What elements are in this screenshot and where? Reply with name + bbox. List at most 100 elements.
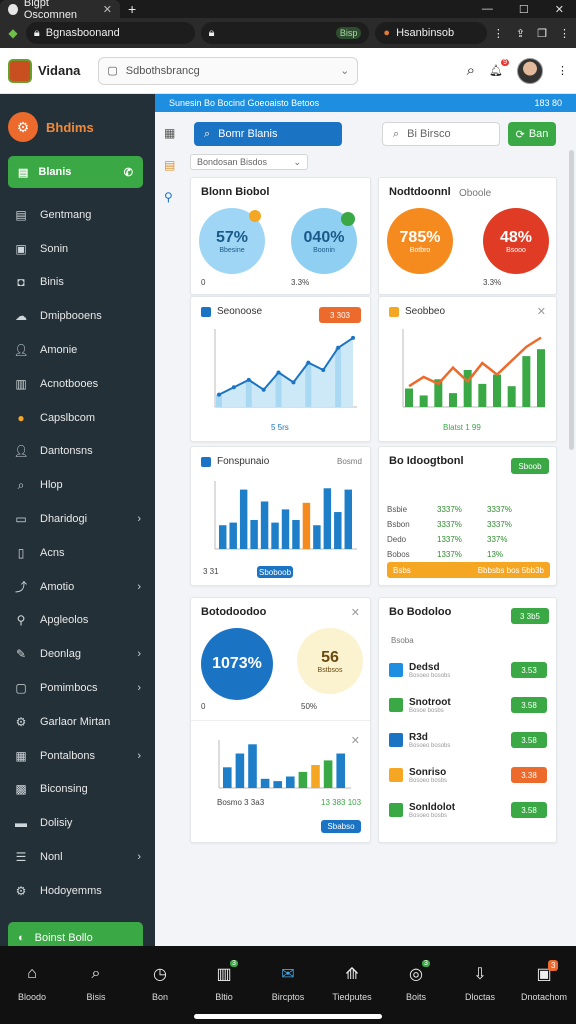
activity-value[interactable]: 3.58 — [511, 802, 547, 818]
list-icon: ☰ — [15, 850, 27, 865]
sidebar-item-17[interactable]: ▩ Biconsing — [0, 773, 155, 807]
app-name: Vidana — [38, 63, 81, 78]
card-tag[interactable]: Sboob — [511, 458, 549, 474]
nav-item-8[interactable]: ▣ Dnotachom 3 — [512, 946, 576, 1024]
activity-value[interactable]: 3.38 — [511, 767, 547, 783]
card-tag[interactable]: 3 3b5 — [511, 608, 549, 624]
info-icon[interactable]: ⚲ — [164, 190, 184, 222]
bar — [311, 765, 320, 788]
sidebar-item-14[interactable]: ▢ Pomimbocs › — [0, 671, 155, 705]
sidebar-item-18[interactable]: ▬ Dolisiy — [0, 806, 155, 840]
sidebar-item-2[interactable]: ◘ Binis — [0, 266, 155, 300]
sidebar-item-12[interactable]: ⚲ Apgleolos — [0, 604, 155, 638]
notification-icon[interactable]: 🔔︎ 9 — [489, 59, 509, 77]
address-bar[interactable]: 🔒︎ Bgnasboonand — [25, 22, 195, 44]
doc-icon: ▤ — [15, 207, 27, 222]
new-tab-icon[interactable]: + — [128, 1, 136, 17]
gauge-value: 040% — [303, 228, 345, 246]
primary-search-button[interactable]: ⌕ Bomr Blanis — [194, 122, 342, 146]
avatar[interactable] — [517, 57, 543, 84]
bar-chart — [214, 481, 357, 550]
activity-value[interactable]: 3.53 — [511, 662, 547, 678]
browser-tab[interactable]: Bigpt Oscomnen ✕ — [0, 0, 120, 21]
area-chart — [214, 329, 357, 408]
card-tag[interactable]: Sboboob — [257, 566, 293, 578]
sidebar-item-5[interactable]: ▥ Acnotbooes — [0, 367, 155, 401]
nav-item-3[interactable]: ▥ Bltio 3 — [192, 946, 256, 1024]
activity-row[interactable]: Sonriso Bosoeo bosbs 3.38 — [389, 759, 547, 791]
notification-badge: 9 — [501, 59, 509, 66]
nav-item-6[interactable]: ◎ Boits 3 — [384, 946, 448, 1024]
sidebar-item-4[interactable]: 👤︎ Amonie — [0, 333, 155, 367]
close-window-icon[interactable]: ✕ — [555, 3, 564, 16]
gauge-4: 48% Bsooo — [483, 208, 549, 274]
more-icon[interactable]: ⋮ — [557, 64, 568, 77]
sidebar-item-16[interactable]: ▦ Pontalbons › — [0, 739, 155, 773]
activity-value[interactable]: 3.58 — [511, 697, 547, 713]
menu-dots-icon[interactable]: ⋮ — [493, 27, 504, 40]
nav-item-2[interactable]: ◷ Bon — [128, 946, 192, 1024]
activity-row[interactable]: Dedsd Bosoeo bosobs 3.53 — [389, 654, 547, 686]
finance-cell: 3337% — [437, 505, 462, 514]
browser-tabbar: Bigpt Oscomnen ✕ + — ☐ ✕ — [0, 0, 576, 21]
activity-row[interactable]: R3d Bosoeo bosobs 3.58 — [389, 724, 547, 756]
sidebar-item-active[interactable]: ▤ Blanis ✆ — [8, 156, 143, 188]
card-tag[interactable]: 3 303 — [319, 307, 361, 323]
sidebar-item-10[interactable]: ▯ Acns — [0, 536, 155, 570]
copy-icon[interactable]: ❐ — [537, 27, 547, 40]
primary-button-label: Bomr Blanis — [218, 128, 278, 140]
activity-card: Bo Bodoloo 3 3b5 Bsoba Dedsd Bosoeo bosob… — [378, 597, 557, 843]
minimize-icon[interactable]: — — [482, 3, 493, 16]
activity-row[interactable]: Snotroot Bosoe bosbs 3.58 — [389, 689, 547, 721]
search-input[interactable]: ▢ Sdbothsbrancg ⌄ — [98, 56, 359, 85]
address-bar-3[interactable]: ● Hsanbinsob — [375, 22, 487, 44]
user-icon: 👤︎ — [13, 343, 29, 358]
sidebar-item-11[interactable]: ⤴ Amotio › — [0, 570, 155, 604]
activity-row[interactable]: Sonldolot Bosoeo bosbs 3.58 — [389, 794, 547, 826]
filter-input[interactable]: ⌕ Bi Birsco — [382, 122, 500, 146]
nav-item-7[interactable]: ⇩ Dloctas — [448, 946, 512, 1024]
sidebar-item-6[interactable]: ● Capslbcom — [0, 401, 155, 435]
pin-icon[interactable]: ⇪ — [516, 27, 525, 40]
scrollbar[interactable] — [569, 150, 574, 450]
address-text: Bgnasboonand — [45, 27, 120, 39]
more-icon[interactable]: ⋮ — [559, 27, 570, 40]
nav-item-4[interactable]: ✉ Bircptos — [256, 946, 320, 1024]
maximize-icon[interactable]: ☐ — [519, 3, 529, 16]
close-tab-icon[interactable]: ✕ — [103, 3, 112, 16]
content-toolbar: ⌕ Bomr Blanis ⌕ Bi Birsco ⟳ Ban Bondosan… — [190, 120, 560, 180]
sidebar-item-8[interactable]: ⌕ Hlop — [0, 468, 155, 502]
card-tag[interactable]: Sbabso — [321, 820, 361, 833]
go-button[interactable]: ⟳ Ban — [508, 122, 556, 146]
sidebar-item-0[interactable]: ▤ Gentmang — [0, 198, 155, 232]
nav-item-0[interactable]: ⌂ Bloodo — [0, 946, 64, 1024]
address-bar-2[interactable]: 🔒︎ Bisp — [200, 22, 370, 44]
bar — [298, 771, 308, 788]
sidebar-item-1[interactable]: ▣ Sonin — [0, 232, 155, 266]
sidebar-item-3[interactable]: ☁ Dmipbooens — [0, 299, 155, 333]
extension-icon[interactable]: ◆ — [6, 25, 20, 41]
store-icon: ▥ — [216, 966, 232, 983]
calendar-icon[interactable]: ▤ — [164, 158, 184, 190]
divider — [191, 720, 370, 721]
sidebar-item-13[interactable]: ✎ Deonlag › — [0, 637, 155, 671]
period-select[interactable]: Bondosan Bisdos ⌄ — [190, 154, 308, 170]
sidebar-item-9[interactable]: ▭ Dharidogi › — [0, 502, 155, 536]
nav-item-5[interactable]: ⟰ Tiedputes — [320, 946, 384, 1024]
close-icon[interactable]: ✕ — [537, 305, 546, 318]
close-icon[interactable]: ✕ — [351, 606, 360, 619]
sidebar-item-20[interactable]: ⚙ Hodoyemms — [0, 874, 155, 908]
sidebar-item-label: Hodoyemms — [40, 884, 102, 897]
summary-bar: Bsbs Bbbsbs bos 5bb3b — [387, 562, 550, 578]
bar — [292, 519, 300, 549]
sidebar-item-15[interactable]: ⚙ Garlaor Mirtan — [0, 705, 155, 739]
sidebar-item-19[interactable]: ☰ Nonl › — [0, 840, 155, 874]
search-icon[interactable]: ⌕ — [467, 62, 475, 79]
activity-value[interactable]: 3.58 — [511, 732, 547, 748]
gauge-6: 56 Bstbsos — [297, 628, 363, 694]
sidebar-item-7[interactable]: 👤︎ Dantonsns — [0, 435, 155, 469]
bar — [248, 744, 257, 788]
grid-icon[interactable]: ▦ — [164, 126, 184, 158]
nav-item-1[interactable]: ⌕ Bisis — [64, 946, 128, 1024]
finance-row: Bsbie 3337% 3337% — [387, 505, 545, 514]
